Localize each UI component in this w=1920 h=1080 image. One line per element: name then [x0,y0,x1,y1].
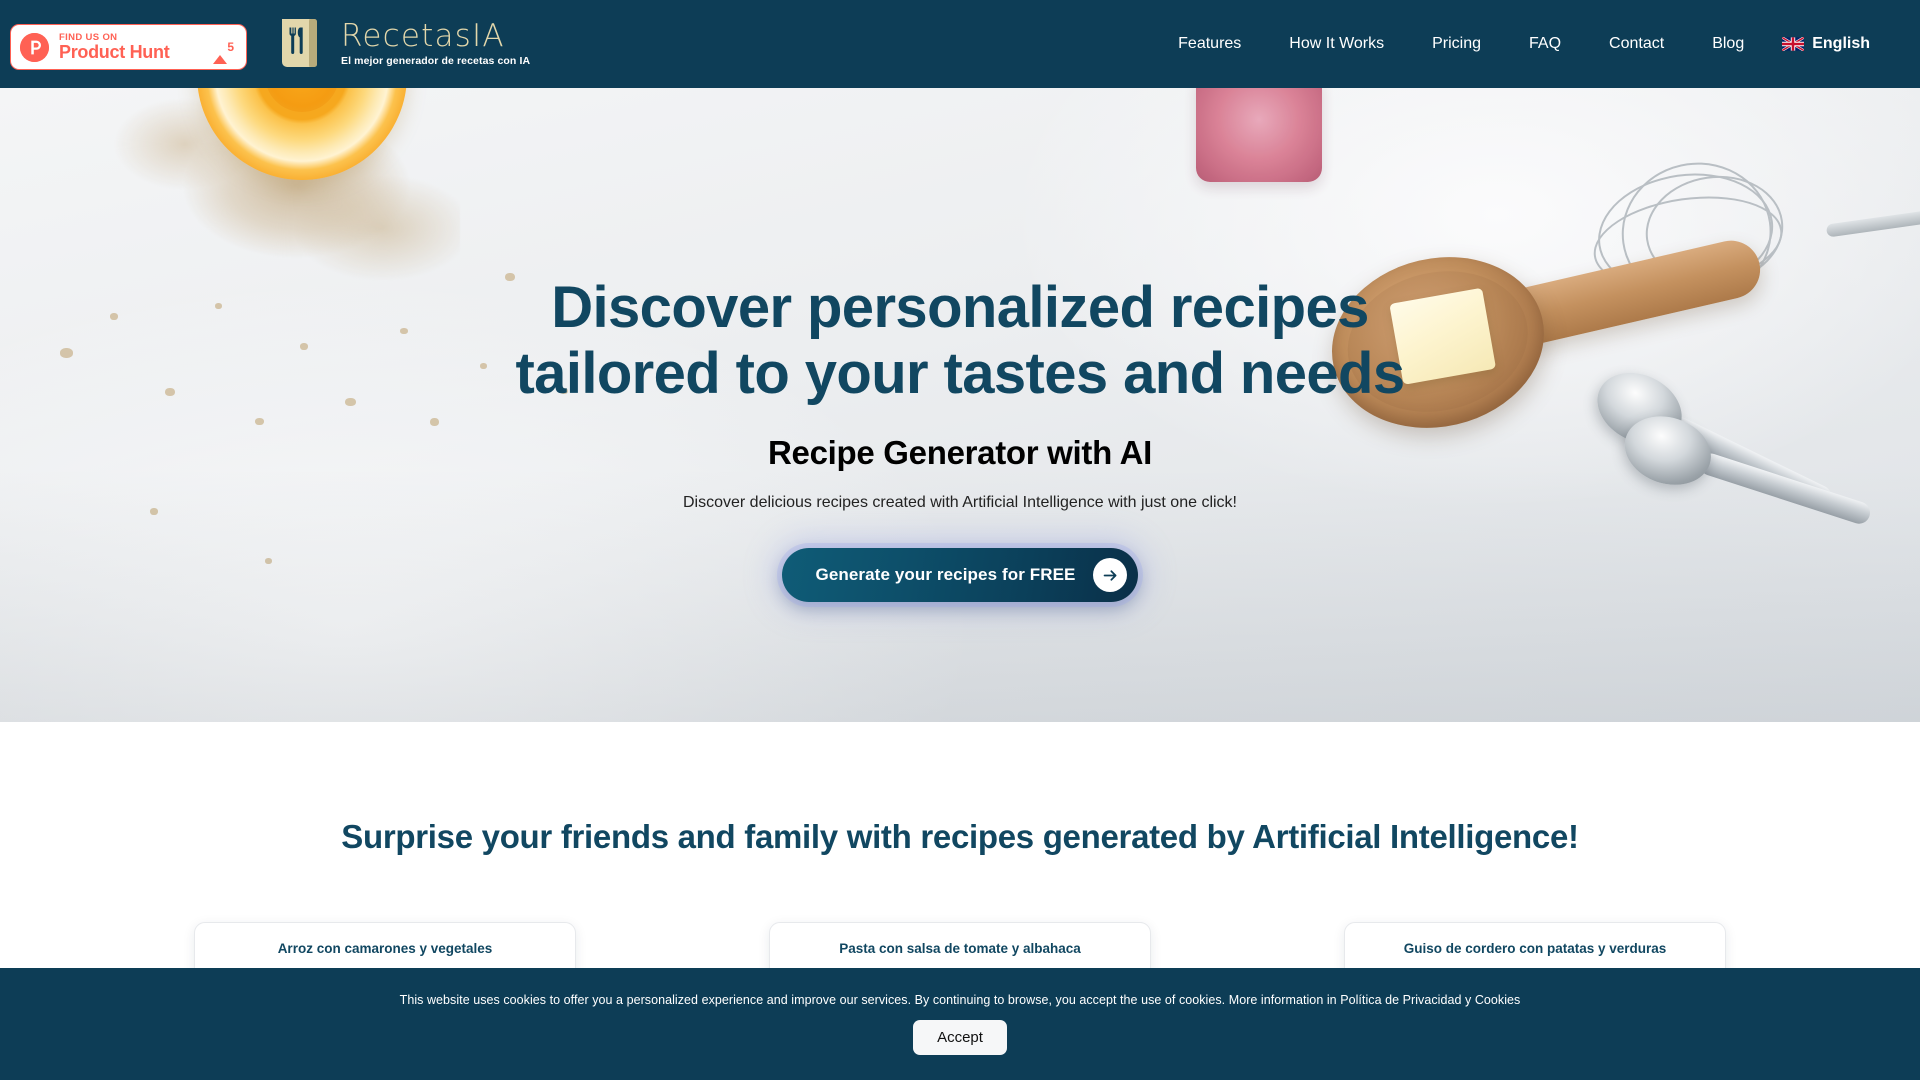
features-heading: Surprise your friends and family with re… [341,818,1579,855]
product-hunt-badge[interactable]: FIND US ON Product Hunt 5 [10,24,247,70]
hero-headline-line1: Discover personalized recipes [551,275,1369,340]
upvote-triangle-icon [213,38,228,64]
hero-description: Discover delicious recipes created with … [682,494,1237,512]
nav-item-pricing[interactable]: Pricing [1408,35,1505,53]
product-hunt-find-label: FIND US ON [59,31,118,43]
site-header: FIND US ON Product Hunt 5 RecetasIA El m… [0,0,1920,88]
recipe-book-cutlery-icon [278,14,328,72]
uk-flag-icon [1782,37,1805,51]
nav-item-blog[interactable]: Blog [1688,35,1768,53]
hero-section: Discover personalized recipes tailored t… [0,88,1920,722]
cookie-banner-text: This website uses cookies to offer you a… [399,993,1521,1007]
brand-tagline: El mejor generador de recetas con IA [341,55,531,67]
nav-item-how-it-works[interactable]: How It Works [1265,35,1408,53]
nav-item-faq[interactable]: FAQ [1505,35,1585,53]
generate-recipes-button[interactable]: Generate your recipes for FREE [781,548,1139,603]
hero-content: Discover personalized recipes tailored t… [0,88,1920,722]
language-selector[interactable]: English [1782,35,1870,53]
main-navigation: Features How It Works Pricing FAQ Contac… [1154,0,1870,88]
generate-recipes-button-label: Generate your recipes for FREE [815,565,1076,585]
product-hunt-name-label: Product Hunt [59,42,170,63]
brand-logo-link[interactable]: RecetasIA El mejor generador de recetas … [278,14,530,72]
recipe-card-title: Arroz con camarones y vegetales [277,941,493,956]
hero-headline: Discover personalized recipes tailored t… [515,275,1405,407]
product-hunt-upvote-count: 5 [227,40,234,54]
hero-subheadline: Recipe Generator with AI [768,434,1152,472]
language-label: English [1812,35,1870,52]
recipe-card-title: Guiso de cordero con patatas y verduras [1403,941,1667,956]
hero-headline-line2: tailored to your tastes and needs [515,341,1405,407]
brand-name: RecetasIA [341,18,505,54]
cookie-accept-button[interactable]: Accept [913,1020,1007,1055]
nav-item-contact[interactable]: Contact [1585,35,1688,53]
nav-item-features[interactable]: Features [1154,35,1265,53]
brand-text: RecetasIA El mejor generador de recetas … [341,18,531,68]
recipe-card-title: Pasta con salsa de tomate y albahaca [839,941,1081,956]
arrow-right-icon [1093,558,1128,593]
product-hunt-logo-icon [20,32,49,62]
product-hunt-text: FIND US ON Product Hunt [59,31,170,63]
cookie-banner: This website uses cookies to offer you a… [0,968,1920,1080]
product-hunt-upvote[interactable]: 5 [213,38,234,64]
